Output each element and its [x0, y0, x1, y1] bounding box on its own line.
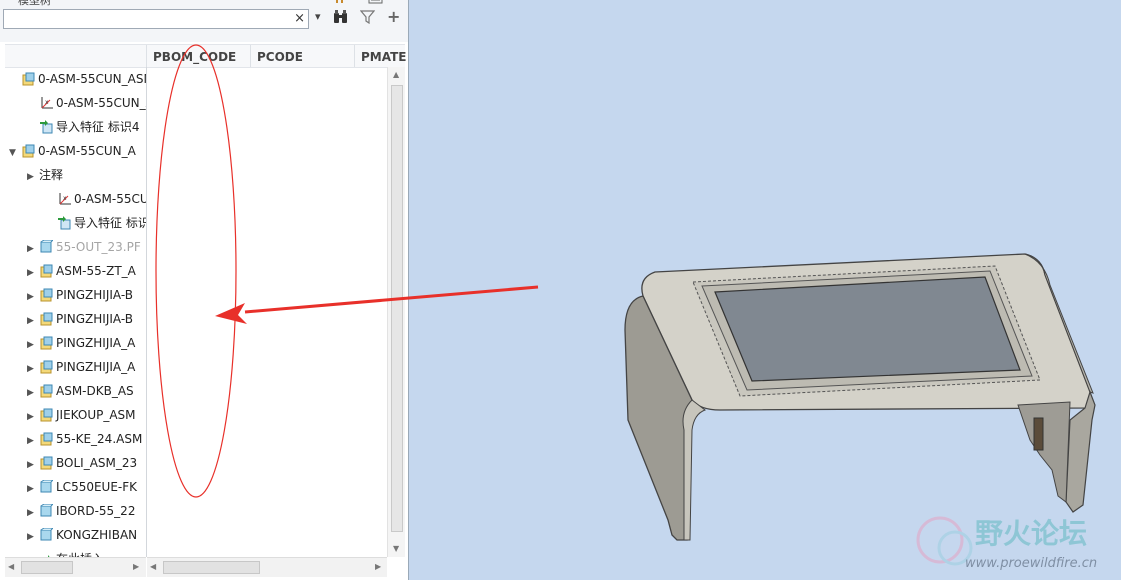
watermark-logo-icon	[916, 516, 973, 566]
viewport-canvas	[155, 44, 1096, 566]
annotation-ellipse	[155, 44, 237, 498]
annotation-arrow-shaft	[244, 285, 539, 314]
annotation-arrow-head	[215, 303, 247, 324]
connector-port	[1033, 417, 1044, 451]
screen-panel	[714, 276, 1021, 382]
watermark-url: www.proewildfire.cn	[965, 556, 1098, 571]
watermark-title: 野火论坛	[975, 517, 1088, 550]
tv-stand-model[interactable]	[624, 253, 1096, 541]
